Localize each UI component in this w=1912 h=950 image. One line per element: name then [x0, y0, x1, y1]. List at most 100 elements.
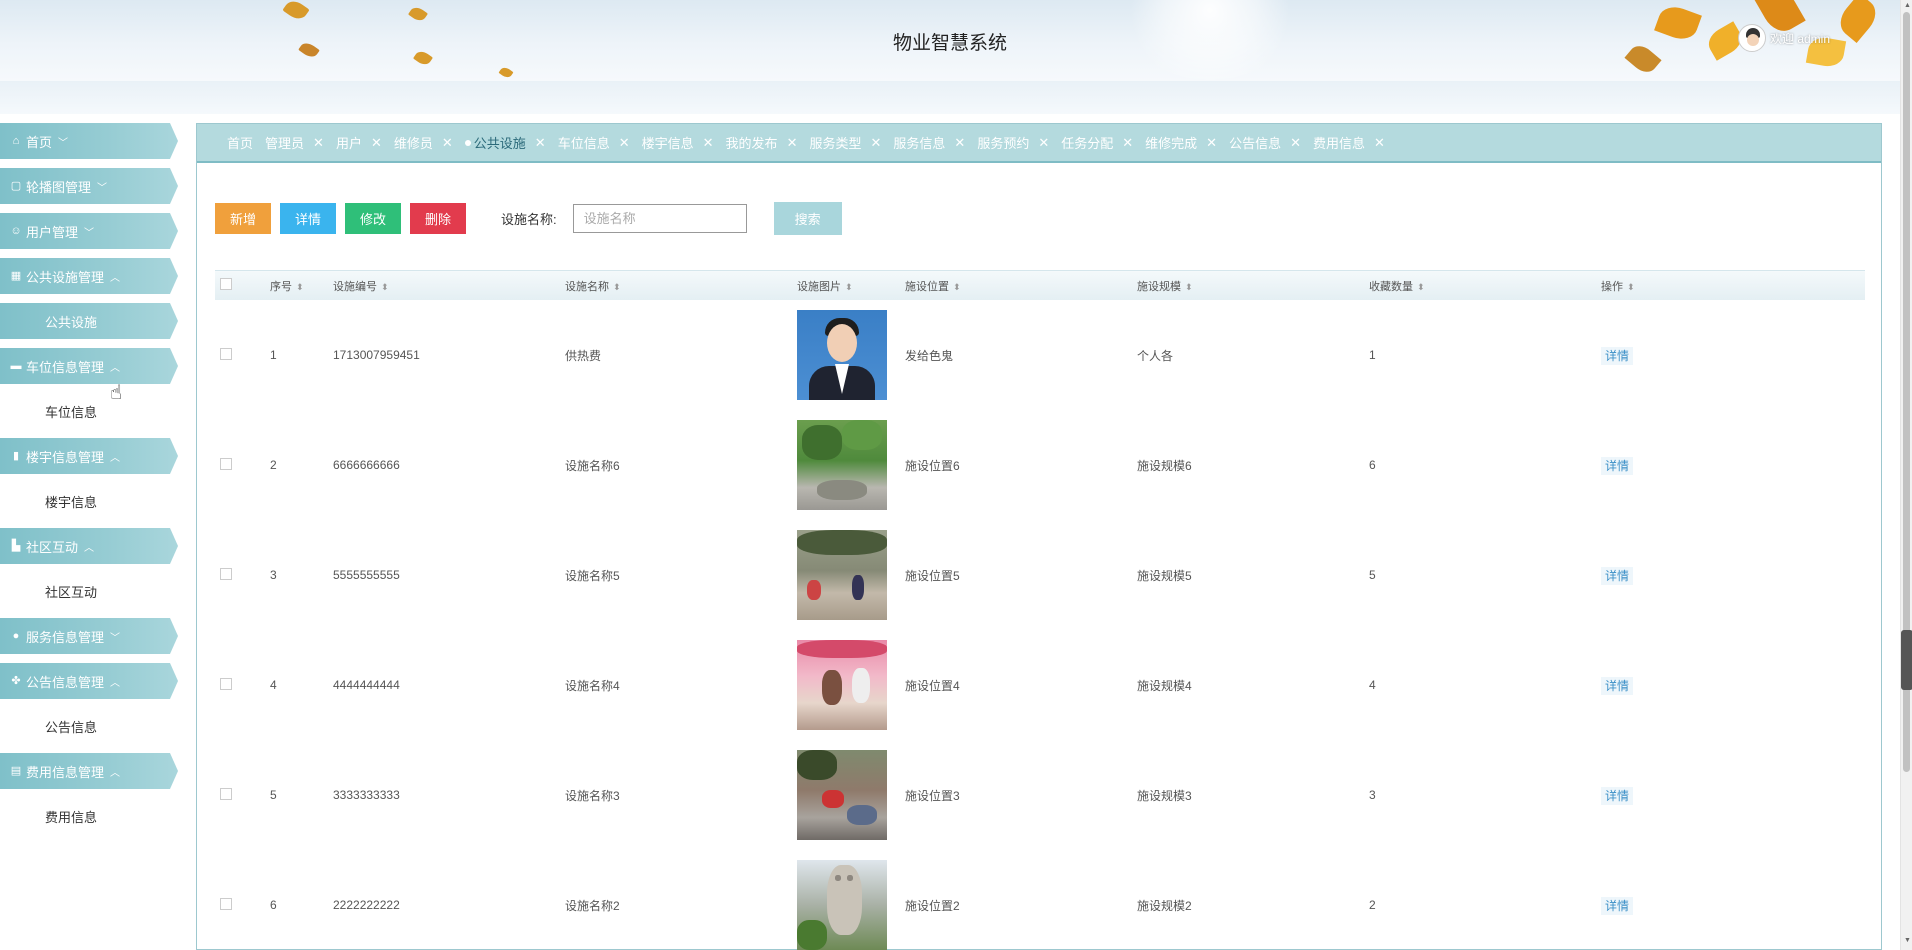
sidebar-subitem-4[interactable]: 车位信息	[0, 393, 178, 429]
tab-6[interactable]: 楼宇信息 ✕	[642, 133, 714, 152]
user-menu[interactable]: 欢迎 admin	[1738, 24, 1830, 52]
sidebar-item-5[interactable]: ▮ 楼宇信息管理 ︿	[0, 438, 178, 474]
tab-1[interactable]: 管理员 ✕	[265, 133, 324, 152]
sidebar-subitem-5[interactable]: 楼宇信息	[0, 483, 178, 519]
row-checkbox[interactable]	[220, 897, 232, 910]
tab-13[interactable]: 公告信息 ✕	[1229, 133, 1301, 152]
row-checkbox[interactable]	[220, 787, 232, 800]
sort-icon[interactable]: ⬍	[613, 282, 621, 292]
close-icon[interactable]: ✕	[870, 135, 881, 151]
sort-icon[interactable]: ⬍	[1627, 282, 1635, 292]
sort-icon[interactable]: ⬍	[845, 282, 853, 292]
sidebar-subitem-8[interactable]: 公告信息	[0, 708, 178, 744]
scroll-down-icon[interactable]: ▼	[1904, 937, 1911, 944]
sort-icon[interactable]: ⬍	[1417, 282, 1425, 292]
avatar[interactable]	[1738, 24, 1766, 52]
sidebar-item-3[interactable]: ▦ 公共设施管理 ︿	[0, 258, 178, 294]
close-icon[interactable]: ✕	[1038, 135, 1049, 151]
page-scrollbar[interactable]: ▲ ▼	[1900, 0, 1912, 950]
row-detail-button[interactable]: 详情	[1601, 566, 1634, 585]
facility-image[interactable]	[797, 860, 887, 950]
sort-icon[interactable]: ⬍	[953, 282, 961, 292]
close-icon[interactable]: ✕	[535, 135, 546, 151]
facility-image[interactable]	[797, 420, 887, 510]
column-header-5[interactable]: 施设规模 ⬍	[1137, 278, 1369, 294]
column-header-3[interactable]: 设施图片 ⬍	[797, 278, 905, 294]
tab-11[interactable]: 任务分配 ✕	[1061, 133, 1133, 152]
close-icon[interactable]: ✕	[1374, 135, 1385, 151]
sidebar-item-8[interactable]: ✤ 公告信息管理 ︿	[0, 663, 178, 699]
tab-4[interactable]: 公共设施 ✕	[464, 133, 546, 152]
tab-9[interactable]: 服务信息 ✕	[893, 133, 965, 152]
row-checkbox[interactable]	[220, 457, 232, 470]
column-header-2[interactable]: 设施名称 ⬍	[565, 278, 797, 294]
tab-label: 楼宇信息	[641, 136, 694, 151]
detail-button[interactable]: 详情	[280, 203, 336, 234]
facility-image[interactable]	[797, 530, 887, 620]
sidebar-item-4[interactable]: ▬ 车位信息管理 ︿	[0, 348, 178, 384]
tab-2[interactable]: 用户 ✕	[336, 133, 382, 152]
sidebar-item-7[interactable]: ● 服务信息管理 ﹀	[0, 618, 178, 654]
column-header-4[interactable]: 施设位置 ⬍	[905, 278, 1137, 294]
facility-name-search-input[interactable]	[572, 204, 747, 233]
delete-button[interactable]: 删除	[410, 203, 466, 234]
add-button[interactable]: 新增	[215, 203, 271, 234]
close-icon[interactable]: ✕	[787, 135, 798, 151]
scroll-up-icon[interactable]: ▲	[1904, 2, 1911, 9]
tab-12[interactable]: 维修完成 ✕	[1145, 133, 1217, 152]
search-button[interactable]: 搜索	[773, 202, 842, 235]
row-checkbox[interactable]	[220, 677, 232, 690]
table-row[interactable]: 5 3333333333 设施名称3 施设位置3 施设规模3 3 详情	[215, 740, 1865, 850]
tab-5[interactable]: 车位信息 ✕	[558, 133, 630, 152]
row-detail-button[interactable]: 详情	[1601, 456, 1634, 475]
edit-button[interactable]: 修改	[345, 203, 401, 234]
close-icon[interactable]: ✕	[954, 135, 965, 151]
table-row[interactable]: 6 2222222222 设施名称2 施设位置2 施设规模2 2 详情	[215, 850, 1865, 950]
sidebar-item-1[interactable]: ▢ 轮播图管理 ﹀	[0, 168, 178, 204]
chevron-icon: ﹀	[97, 182, 108, 194]
sort-icon[interactable]: ⬍	[1185, 282, 1193, 292]
select-all-checkbox[interactable]	[220, 278, 232, 290]
row-detail-button[interactable]: 详情	[1601, 896, 1634, 915]
sidebar-subitem-6[interactable]: 社区互动	[0, 573, 178, 609]
table-row[interactable]: 4 4444444444 设施名称4 施设位置4 施设规模4 4 详情	[215, 630, 1865, 740]
tab-0[interactable]: 首页	[227, 133, 253, 152]
sidebar-item-2[interactable]: ☺ 用户管理 ﹀	[0, 213, 178, 249]
table-row[interactable]: 3 5555555555 设施名称5 施设位置5 施设规模5 5 详情	[215, 520, 1865, 630]
tab-3[interactable]: 维修员 ✕	[394, 133, 453, 152]
sidebar-subitem-9[interactable]: 费用信息	[0, 798, 178, 834]
tab-10[interactable]: 服务预约 ✕	[977, 133, 1049, 152]
row-detail-button[interactable]: 详情	[1601, 786, 1634, 805]
row-checkbox[interactable]	[220, 347, 232, 360]
sort-icon[interactable]: ⬍	[381, 282, 389, 292]
table-row[interactable]: 1 1713007959451 供热费 发给色鬼 个人各 1 详情	[215, 300, 1865, 410]
close-icon[interactable]: ✕	[1122, 135, 1133, 151]
column-header-6[interactable]: 收藏数量 ⬍	[1369, 278, 1601, 294]
tab-7[interactable]: 我的发布 ✕	[726, 133, 798, 152]
row-checkbox[interactable]	[220, 567, 232, 580]
sidebar-item-9[interactable]: ▤ 费用信息管理 ︿	[0, 753, 178, 789]
sort-icon[interactable]: ⬍	[296, 282, 304, 292]
close-icon[interactable]: ✕	[313, 135, 324, 151]
sidebar-item-0[interactable]: ⌂ 首页 ﹀	[0, 123, 178, 159]
close-icon[interactable]: ✕	[442, 135, 453, 151]
column-header-0[interactable]: 序号 ⬍	[270, 278, 333, 294]
close-icon[interactable]: ✕	[1290, 135, 1301, 151]
scrollbar-handle[interactable]	[1901, 630, 1912, 690]
tab-14[interactable]: 费用信息 ✕	[1313, 133, 1385, 152]
column-header-7[interactable]: 操作 ⬍	[1601, 278, 1701, 294]
close-icon[interactable]: ✕	[371, 135, 382, 151]
sidebar-item-6[interactable]: ▙ 社区互动 ︿	[0, 528, 178, 564]
close-icon[interactable]: ✕	[619, 135, 630, 151]
close-icon[interactable]: ✕	[1206, 135, 1217, 151]
row-detail-button[interactable]: 详情	[1601, 346, 1634, 365]
close-icon[interactable]: ✕	[703, 135, 714, 151]
facility-image[interactable]	[797, 640, 887, 730]
facility-image[interactable]	[797, 750, 887, 840]
tab-8[interactable]: 服务类型 ✕	[809, 133, 881, 152]
row-detail-button[interactable]: 详情	[1601, 676, 1634, 695]
sidebar-subitem-3[interactable]: 公共设施	[0, 303, 178, 339]
table-row[interactable]: 2 6666666666 设施名称6 施设位置6 施设规模6 6 详情	[215, 410, 1865, 520]
column-header-1[interactable]: 设施编号 ⬍	[333, 278, 565, 294]
facility-image[interactable]	[797, 310, 887, 400]
